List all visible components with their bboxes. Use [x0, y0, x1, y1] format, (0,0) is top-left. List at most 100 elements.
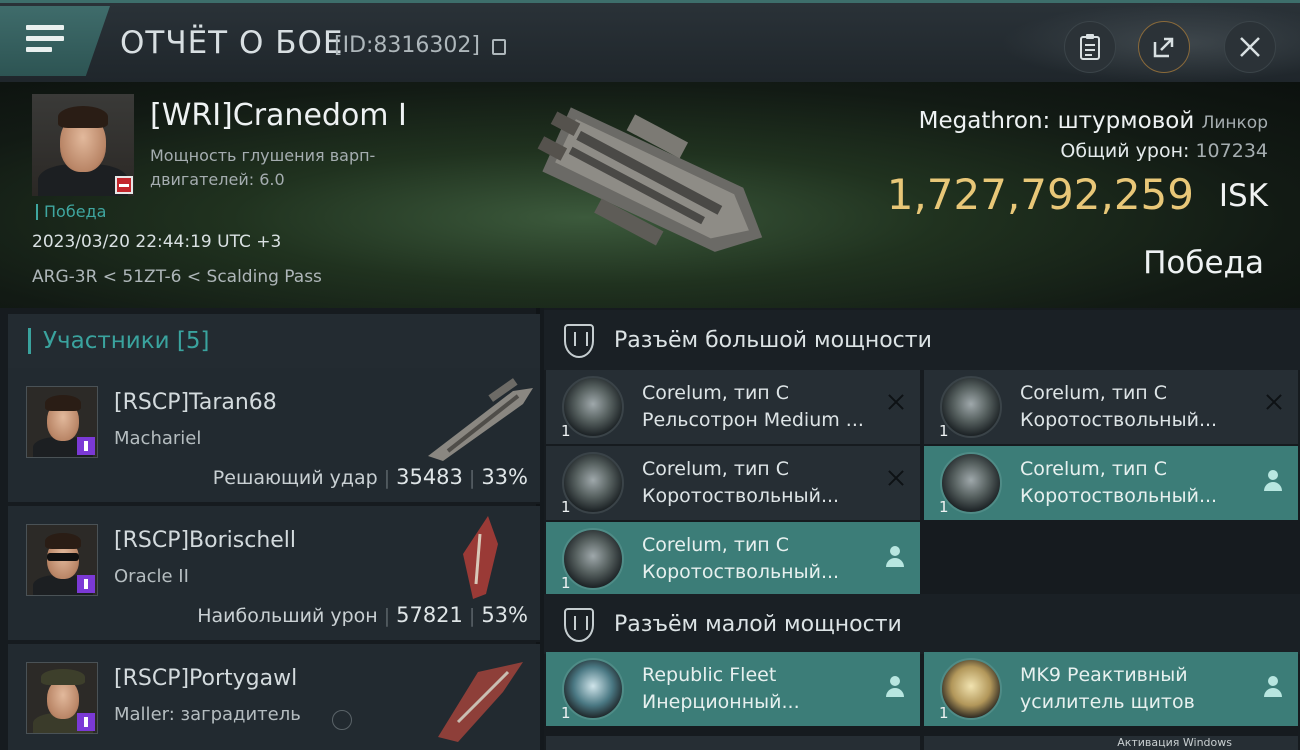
high-slots-label: Разъём большой мощности: [614, 328, 932, 353]
module-item[interactable]: 1 Corelum, тип C Коротоствольный...: [924, 446, 1298, 520]
low-slots-label: Разъём малой мощности: [614, 612, 902, 637]
module-item[interactable]: 1 Corelum, тип C Коротоствольный...: [546, 522, 920, 596]
blaster-icon: [562, 452, 624, 514]
kill-location[interactable]: ARG-3R < 51ZT-6 < Scalding Pass: [32, 267, 322, 287]
participant-name: [RSCP]Borischell: [114, 528, 297, 553]
module-qty: 1: [939, 498, 949, 516]
module-item-partial[interactable]: [924, 736, 1298, 750]
participant-avatar[interactable]: [26, 524, 98, 596]
blaster-icon: [940, 376, 1002, 438]
participant-damage: 35483: [396, 465, 463, 489]
participant-avatar[interactable]: [26, 386, 98, 458]
result-tag: Победа: [36, 204, 106, 220]
participants-title: Участники [5]: [28, 328, 209, 354]
module-name-line2: Рельсотрон Medium ...: [642, 409, 864, 431]
participant-stats: Решающий удар | 35483 | 33%: [212, 465, 528, 489]
participant-ship: Maller: заградитель: [114, 704, 301, 725]
role-badge-icon: [77, 713, 95, 731]
participant-card[interactable]: [RSCP]Taran68 Machariel Решающий удар | 35…: [8, 368, 540, 504]
total-damage: Общий урон: 107234: [1060, 140, 1268, 162]
ship-type: Megathron: штурмовой: [918, 108, 1195, 134]
top-bar: ОТЧЁТ О БОЕ [ID:8316302]: [0, 0, 1300, 83]
module-name-line1: Corelum, тип C: [1020, 382, 1168, 404]
role-badge-icon: [77, 575, 95, 593]
participant-card[interactable]: [RSCP]Borischell Oracle II Наибольший ур…: [8, 506, 540, 642]
person-icon: [886, 676, 904, 698]
victim-ship[interactable]: Megathron: штурмовой Линкор: [919, 108, 1268, 134]
module-name-line2: Коротоствольный...: [1020, 409, 1218, 431]
isk-value: 1,727,792,259: [886, 170, 1194, 219]
shield-slot-icon: [564, 608, 594, 642]
shield-booster-icon: [940, 658, 1002, 720]
module-name-line1: Corelum, тип C: [1020, 458, 1168, 480]
copy-icon[interactable]: [492, 39, 506, 55]
participant-role: Наибольший урон: [197, 605, 378, 627]
victim-name[interactable]: [WRI]Cranedom I: [150, 98, 407, 133]
module-item-partial[interactable]: [546, 736, 920, 750]
module-name-line1: MK9 Реактивный: [1020, 664, 1188, 686]
battle-outcome: Победа: [1143, 245, 1264, 281]
participants-panel[interactable]: Участники [5] [RSCP]Taran68 Machariel Ре…: [0, 308, 540, 750]
fitting-panel: Разъём большой мощности 1 Corelum, тип C…: [544, 308, 1300, 750]
module-name-line2: Коротоствольный...: [642, 561, 840, 583]
participant-stats: Наибольший урон | 57821 | 53%: [197, 603, 528, 627]
page-title: ОТЧЁТ О БОЕ: [120, 25, 344, 61]
module-item[interactable]: 1 Corelum, тип C Рельсотрон Medium ...: [546, 370, 920, 444]
hamburger-icon[interactable]: [26, 25, 64, 57]
module-item[interactable]: 1 Corelum, тип C Коротоствольный...: [924, 370, 1298, 444]
participant-ship: Oracle II: [114, 566, 189, 587]
low-slots-header: Разъём малой мощности: [544, 594, 1300, 654]
module-qty: 1: [561, 704, 571, 722]
victim-summary: [WRI]Cranedom I Мощность глушения варп-д…: [0, 82, 1300, 308]
module-name-line2: усилитель щитов: [1020, 691, 1195, 713]
module-name-line2: Коротоствольный...: [1020, 485, 1218, 507]
module-item[interactable]: 1 Republic Fleet Инерционный...: [546, 652, 920, 726]
kill-datetime: 2023/03/20 22:44:19 UTC +3: [32, 232, 282, 252]
participant-avatar[interactable]: [26, 662, 98, 734]
module-item[interactable]: 1 Corelum, тип C Коротоствольный...: [546, 446, 920, 520]
module-name-line1: Corelum, тип C: [642, 458, 790, 480]
info-icon[interactable]: [332, 710, 352, 730]
destroyed-icon: [886, 392, 906, 412]
oracle-ship-image: [463, 516, 498, 599]
sunglasses: [47, 553, 79, 561]
role-badge-icon: [77, 437, 95, 455]
person-icon: [1264, 676, 1282, 698]
participants-header[interactable]: Участники [5]: [8, 314, 540, 368]
module-qty: 1: [561, 422, 571, 440]
participant-ship: Machariel: [114, 428, 202, 449]
participant-card[interactable]: [RSCP]Portygawl Maller: заградитель: [8, 644, 540, 750]
person-icon: [1264, 470, 1282, 492]
module-qty: 1: [561, 574, 571, 592]
person-icon: [886, 546, 904, 568]
blaster-icon: [562, 528, 624, 590]
total-damage-label: Общий урон:: [1060, 140, 1190, 162]
module-name-line2: Коротоствольный...: [642, 485, 840, 507]
megathron-ship-image[interactable]: [520, 87, 790, 302]
participant-damage: 57821: [396, 603, 463, 627]
module-name-line1: Republic Fleet: [642, 664, 777, 686]
module-name-line1: Corelum, тип C: [642, 534, 790, 556]
ship-class: Линкор: [1201, 113, 1268, 133]
share-button[interactable]: [1138, 21, 1190, 73]
machariel-ship-image: [428, 378, 533, 461]
close-icon: [1240, 37, 1260, 57]
stabilizer-icon: [562, 658, 624, 720]
railgun-icon: [562, 376, 624, 438]
participant-percent: 53%: [481, 603, 528, 627]
total-damage-value: 107234: [1195, 140, 1268, 162]
module-qty: 1: [561, 498, 571, 516]
destroyed-icon: [886, 468, 906, 488]
participant-percent: 33%: [481, 465, 528, 489]
participant-role: Решающий удар: [212, 467, 378, 489]
module-item[interactable]: 1 MK9 Реактивный усилитель щитов: [924, 652, 1298, 726]
maller-ship-image: [438, 662, 523, 742]
high-slots-header: Разъём большой мощности: [544, 310, 1300, 370]
share-icon: [1153, 37, 1174, 58]
clipboard-button[interactable]: [1064, 21, 1116, 73]
clipboard-icon: [1080, 34, 1100, 60]
report-id: [ID:8316302]: [334, 33, 480, 58]
participant-name: [RSCP]Portygawl: [114, 666, 298, 691]
close-button[interactable]: [1224, 21, 1276, 73]
destroyed-icon: [1264, 392, 1284, 412]
